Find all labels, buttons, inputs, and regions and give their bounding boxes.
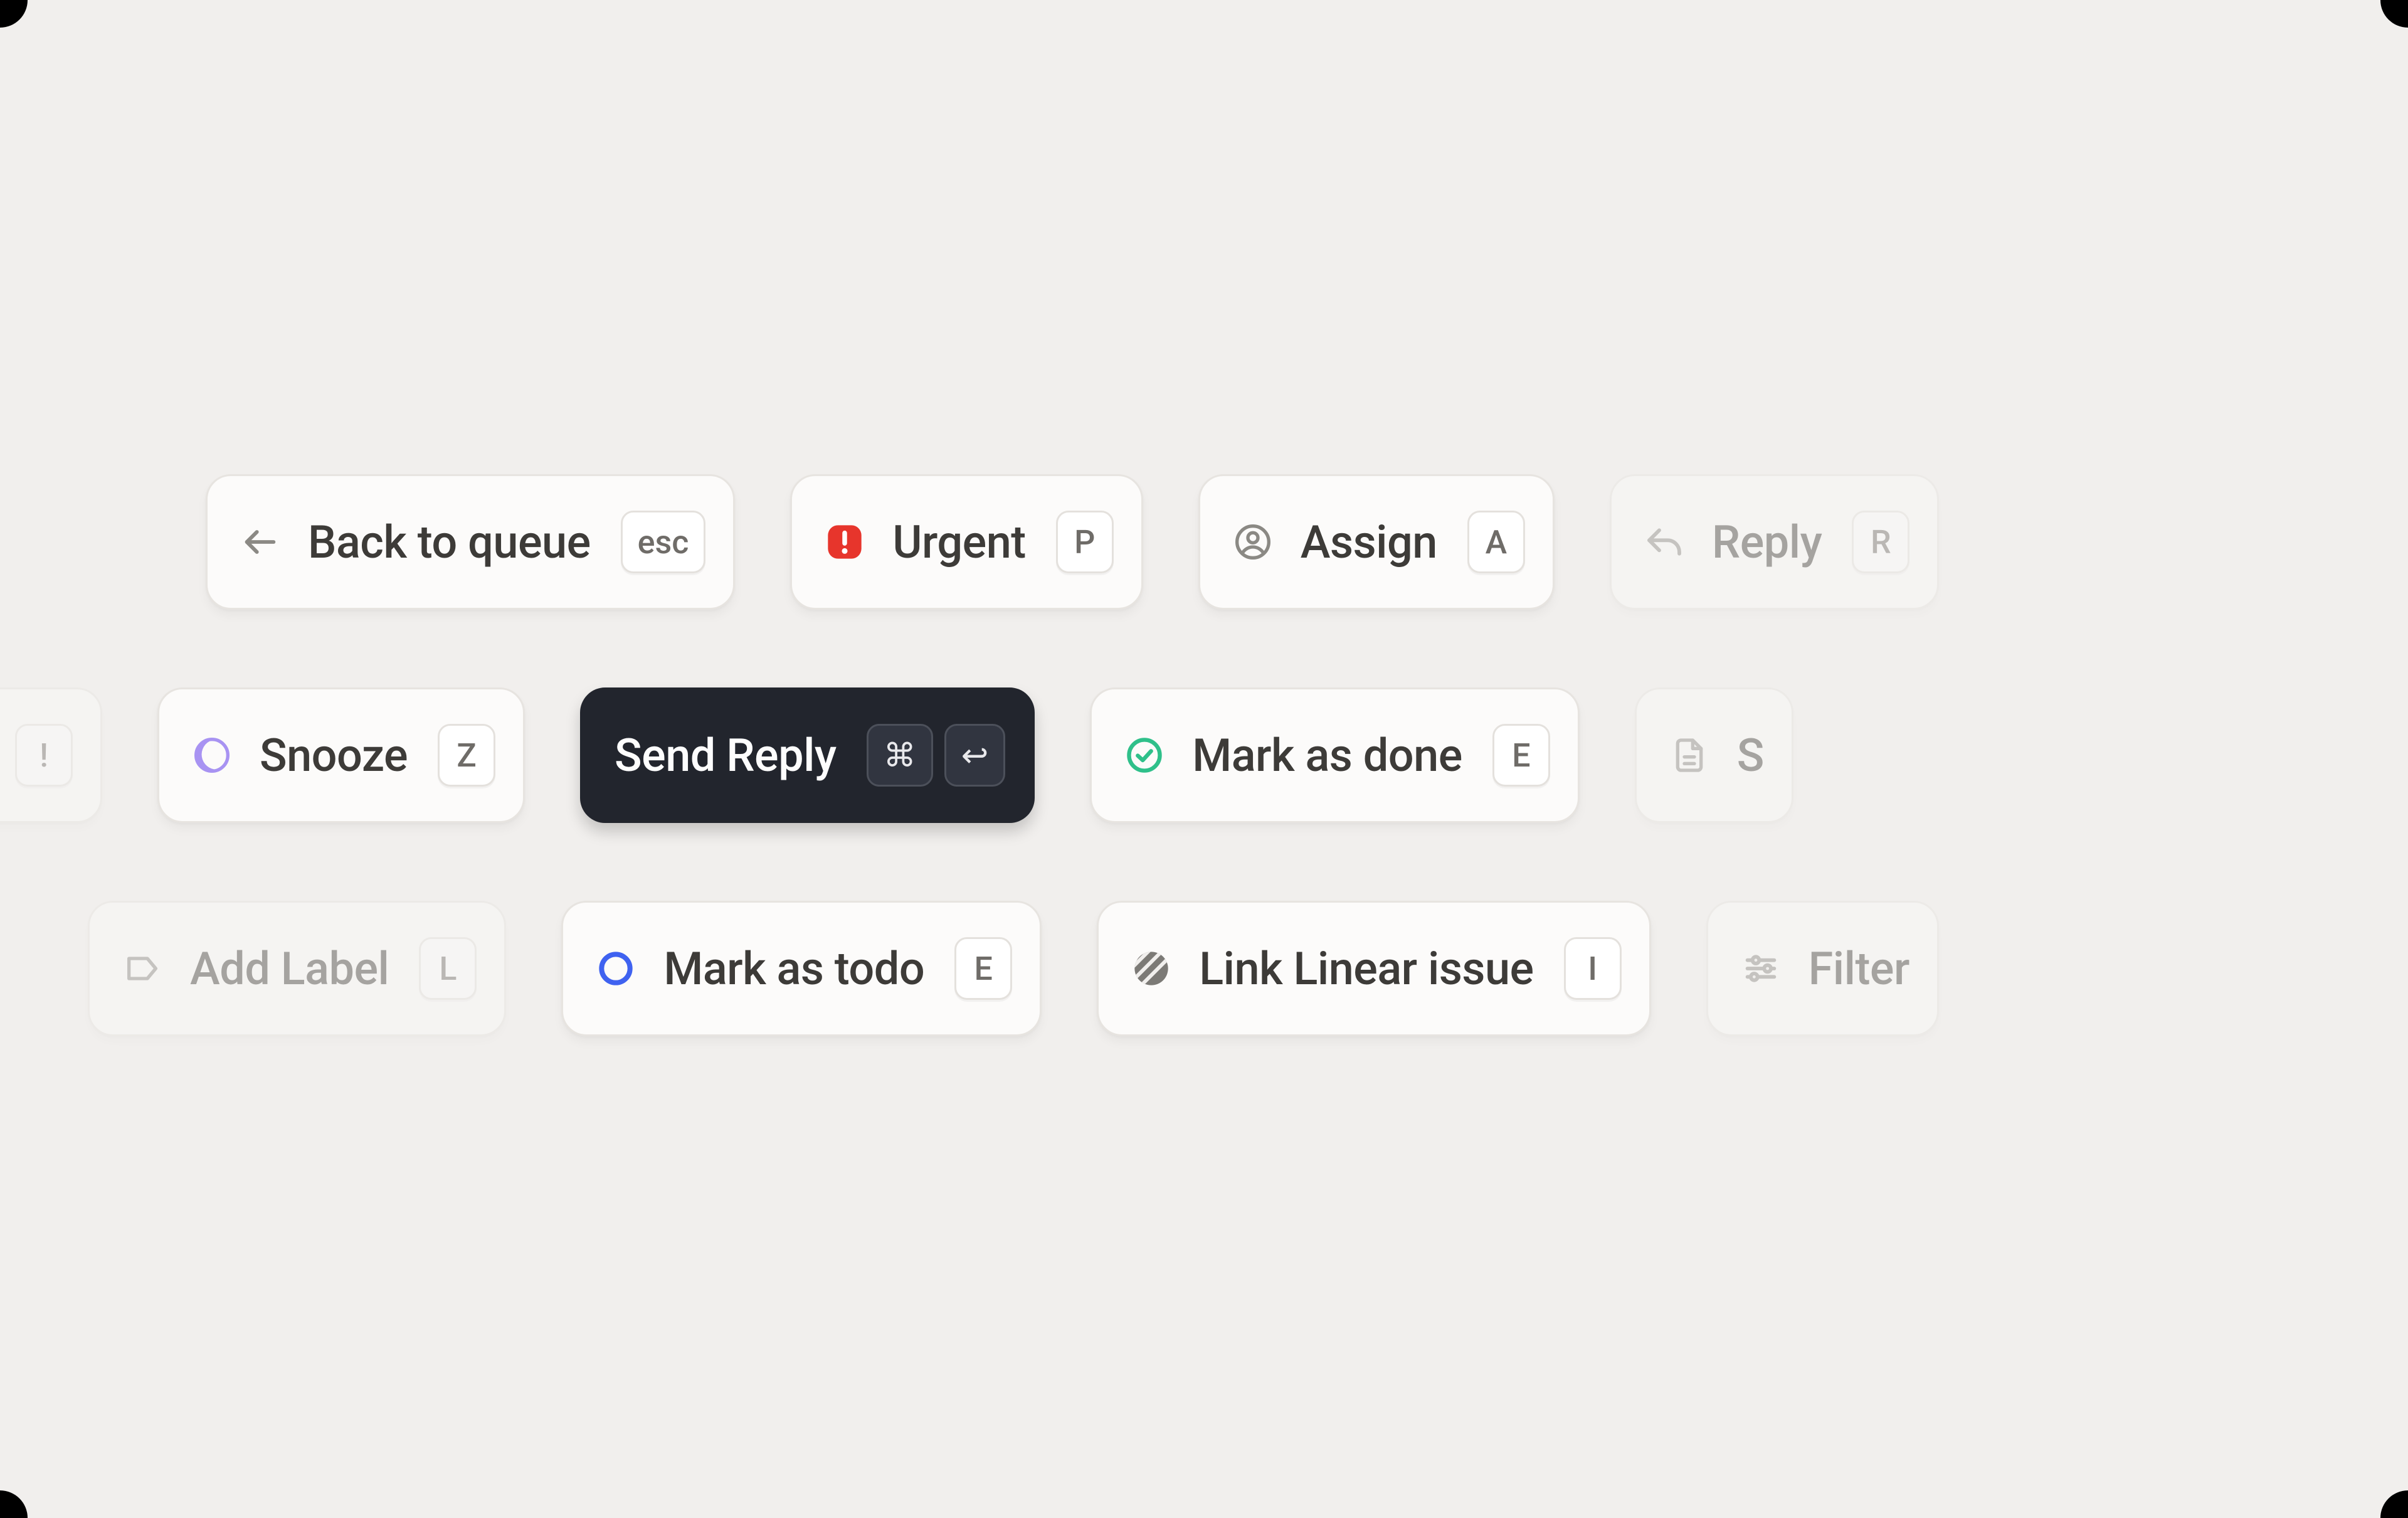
mark-done-button[interactable]: Mark as done E [1090, 687, 1580, 823]
kbd-e2: E [954, 937, 1012, 1000]
mark-todo-button[interactable]: Mark as todo E [561, 901, 1042, 1036]
action-row-3: Add Label L Mark as todo E Link Linear i… [88, 901, 1939, 1036]
kbd-enter: ↩ [944, 724, 1006, 787]
send-reply-button[interactable]: Send Reply ⌘ ↩ [580, 687, 1035, 823]
moon-icon [192, 735, 232, 775]
linear-icon [1131, 948, 1171, 989]
arrow-left-icon [240, 522, 280, 562]
circle-outline-icon [596, 948, 636, 989]
back-to-queue-button[interactable]: Back to queue esc [206, 474, 735, 610]
check-circle-icon [1124, 735, 1164, 775]
filter-button[interactable]: Filter [1706, 901, 1939, 1036]
back-to-queue-label: Back to queue [308, 516, 591, 569]
send-reply-label: Send Reply [615, 729, 837, 782]
urgent-icon [825, 522, 865, 562]
kbd-esc: esc [621, 511, 706, 573]
kbd-exclaim: ! [15, 724, 73, 787]
kbd-r: R [1852, 511, 1909, 573]
mark-done-label: Mark as done [1192, 729, 1462, 782]
assign-button[interactable]: Assign A [1198, 474, 1555, 610]
sliders-icon [1741, 948, 1781, 989]
kbd-p: P [1056, 511, 1114, 573]
mark-spam-button[interactable]: s spam ! [0, 687, 102, 823]
filter-label: Filter [1809, 942, 1909, 995]
action-row-2: s spam ! Snooze Z Send Reply ⌘ ↩ Mark as… [0, 687, 1793, 823]
snooze-button[interactable]: Snooze Z [157, 687, 525, 823]
action-row-1: Back to queue esc Urgent P Assign A Repl… [206, 474, 1939, 610]
assign-label: Assign [1301, 516, 1437, 569]
kbd-a: A [1467, 511, 1525, 573]
reply-label: Reply [1712, 516, 1822, 569]
user-circle-icon [1233, 522, 1273, 562]
snooze-label: Snooze [260, 729, 408, 782]
tag-icon [122, 948, 162, 989]
add-label-label: Add Label [190, 942, 389, 995]
document-label: S [1737, 729, 1764, 782]
urgent-label: Urgent [892, 516, 1025, 569]
link-linear-label: Link Linear issue [1199, 942, 1533, 995]
kbd-z: Z [438, 724, 495, 787]
urgent-button[interactable]: Urgent P [790, 474, 1143, 610]
kbd-l: L [419, 937, 477, 1000]
link-linear-button[interactable]: Link Linear issue I [1097, 901, 1650, 1036]
kbd-i: I [1564, 937, 1622, 1000]
kbd-cmd: ⌘ [867, 724, 933, 787]
reply-button[interactable]: Reply R [1610, 474, 1939, 610]
reply-arrow-icon [1644, 522, 1684, 562]
add-label-button[interactable]: Add Label L [88, 901, 506, 1036]
kbd-e: E [1492, 724, 1550, 787]
mark-todo-label: Mark as todo [663, 942, 924, 995]
document-icon [1669, 735, 1709, 775]
document-button[interactable]: S [1635, 687, 1793, 823]
